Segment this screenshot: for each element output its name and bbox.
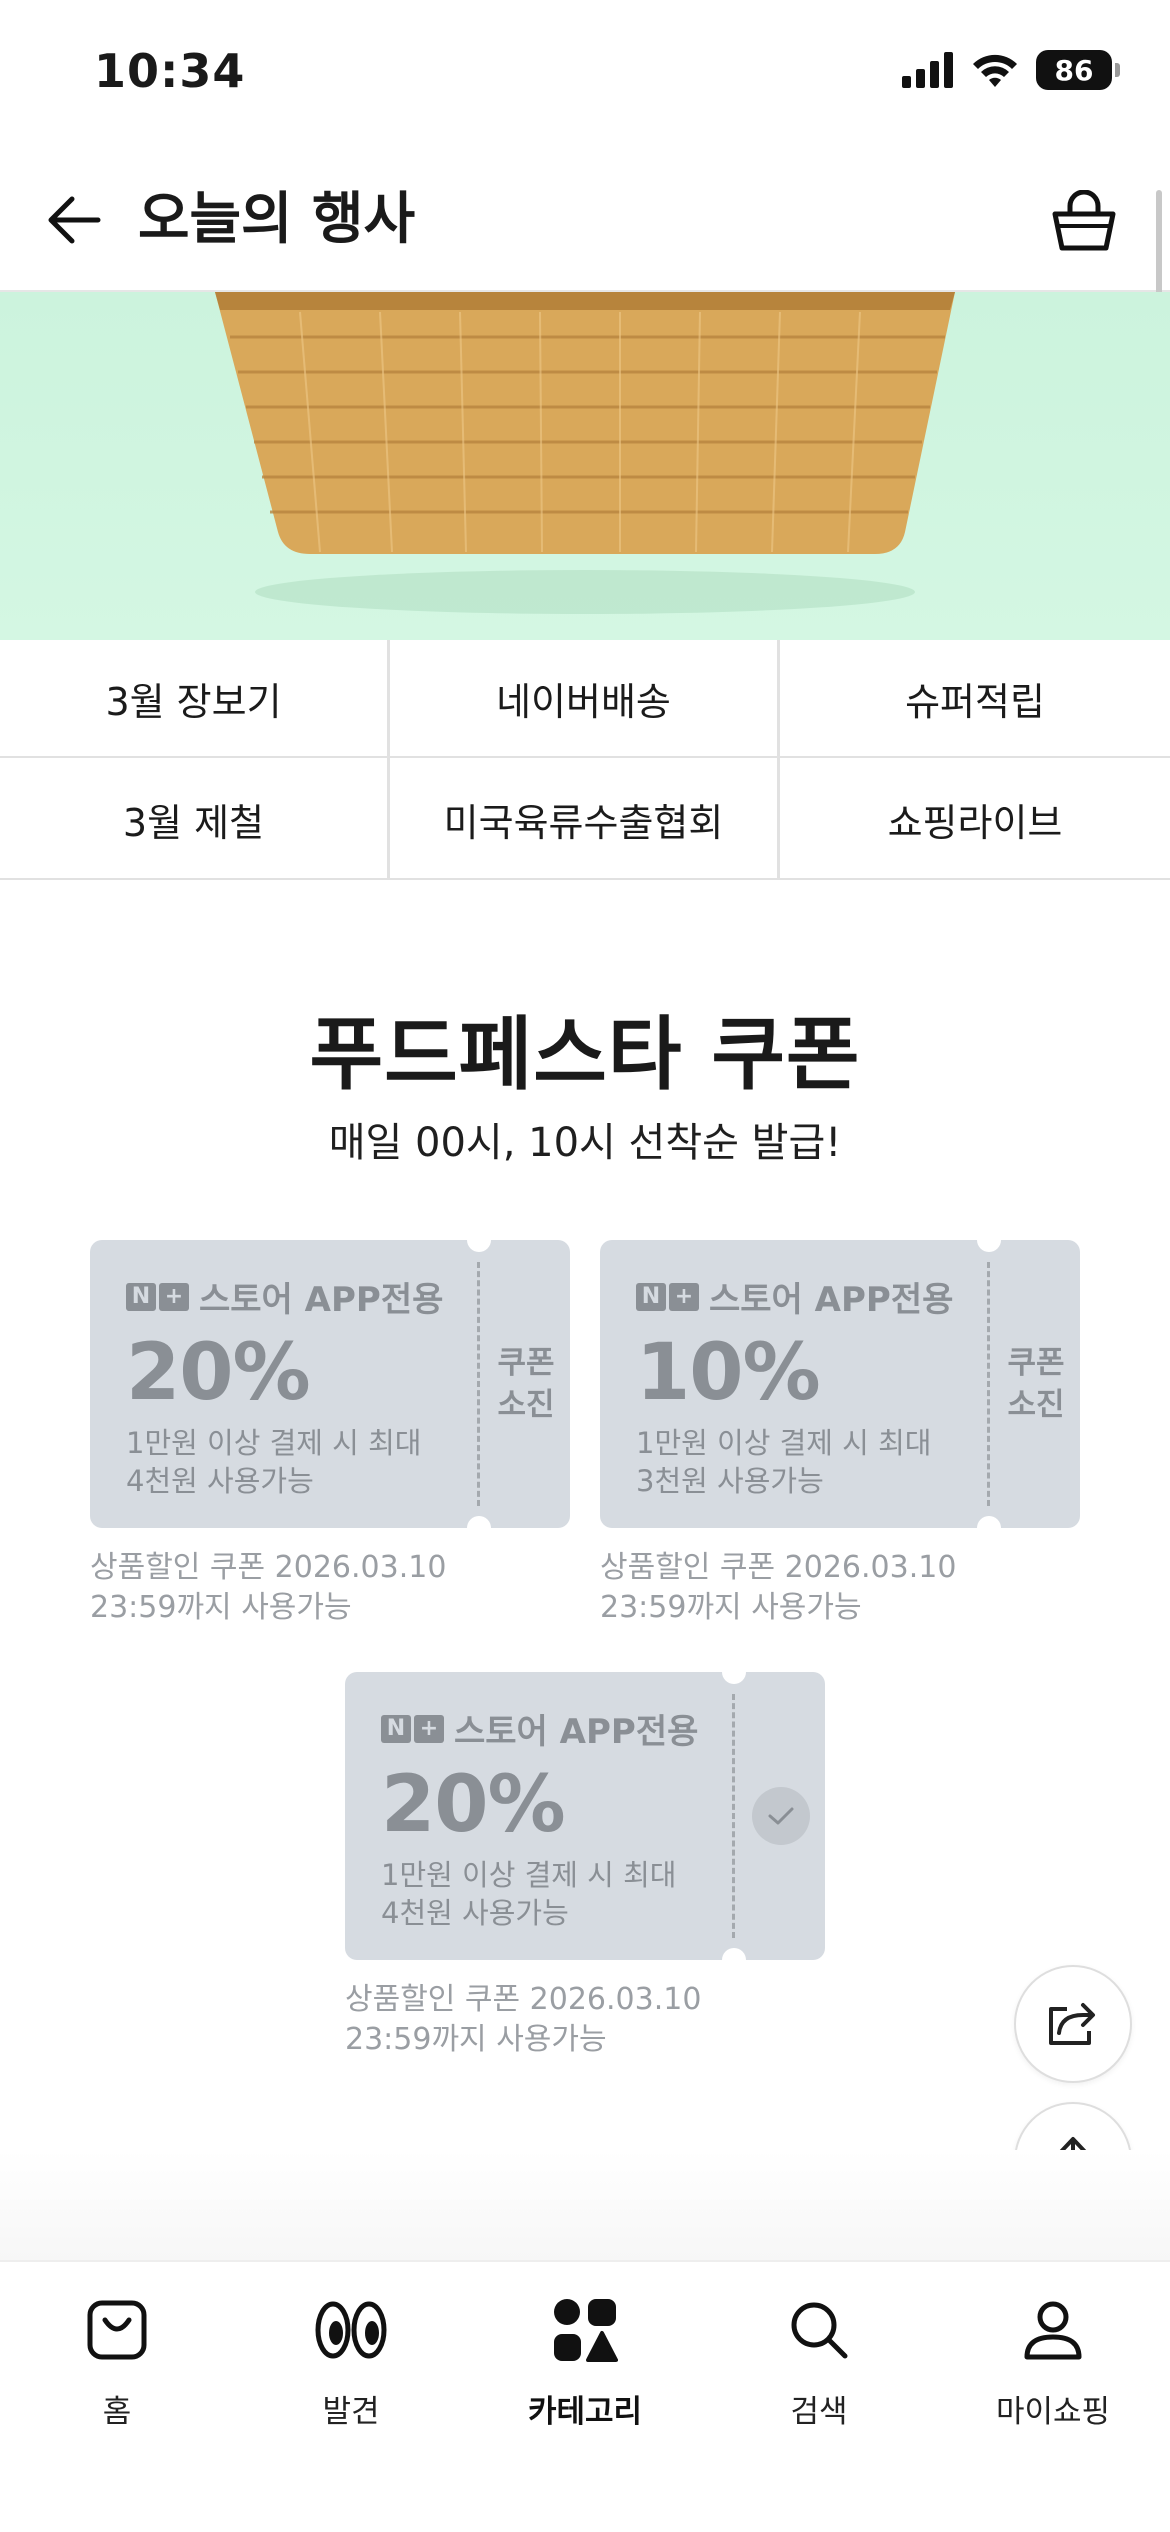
coupon-issued-status bbox=[737, 1672, 825, 1960]
coupon-discount: 10% bbox=[636, 1328, 821, 1418]
category-super-points[interactable]: 슈퍼적립 bbox=[780, 640, 1170, 758]
category-shapes-icon bbox=[552, 2292, 618, 2368]
food-basket-illustration bbox=[215, 292, 955, 614]
coupon-store-label: N + 스토어 APP전용 bbox=[126, 1272, 443, 1321]
bottom-nav: 홈 발견 카테고리 검색 마이쇼핑 bbox=[0, 2260, 1170, 2532]
category-naver-delivery[interactable]: 네이버배송 bbox=[390, 640, 780, 758]
arrow-left-icon bbox=[48, 196, 101, 244]
coupon-note: 상품할인 쿠폰 2026.03.10 23:59까지 사용가능 bbox=[90, 1550, 447, 1625]
nav-label: 마이쇼핑 bbox=[995, 2394, 1111, 2430]
nav-category[interactable]: 카테고리 bbox=[468, 2262, 702, 2532]
header: 오늘의 행사 bbox=[0, 150, 1170, 292]
status-time: 10:34 bbox=[94, 44, 246, 98]
coupon-note: 상품할인 쿠폰 2026.03.10 23:59까지 사용가능 bbox=[345, 1982, 702, 2057]
signal-icon bbox=[902, 52, 953, 88]
battery-level: 86 bbox=[1054, 53, 1094, 87]
section-title: 푸드페스타 쿠폰 bbox=[309, 1008, 861, 1101]
coupon-condition: 1만원 이상 결제 시 최대 4천원 사용가능 bbox=[381, 1858, 677, 1930]
naver-plus-icon: N + bbox=[381, 1714, 444, 1743]
eyes-icon bbox=[314, 2292, 388, 2368]
coupon-condition: 1만원 이상 결제 시 최대 4천원 사용가능 bbox=[126, 1426, 422, 1498]
category-usmef[interactable]: 미국육류수출협회 bbox=[390, 758, 780, 880]
nav-discover[interactable]: 발견 bbox=[234, 2262, 468, 2532]
coupon-card[interactable]: N + 스토어 APP전용 10% 1만원 이상 결제 시 최대 3천원 사용가능… bbox=[600, 1228, 1080, 1540]
person-icon bbox=[1022, 2292, 1084, 2368]
coupon-discount: 20% bbox=[126, 1328, 311, 1418]
cart-button[interactable] bbox=[1042, 180, 1126, 264]
page: 10:34 86 오늘의 행사 3월 장보기 네이버배송 슈퍼적립 3월 제철 … bbox=[0, 0, 1170, 2532]
coupon-note: 상품할인 쿠폰 2026.03.10 23:59까지 사용가능 bbox=[600, 1550, 957, 1625]
check-icon bbox=[752, 1787, 810, 1845]
event-banner[interactable] bbox=[0, 292, 1170, 640]
coupon-card[interactable]: N + 스토어 APP전용 20% 1만원 이상 결제 시 최대 4천원 사용가능 bbox=[345, 1660, 825, 1972]
naver-plus-icon: N + bbox=[126, 1282, 189, 1311]
scrollbar[interactable] bbox=[1156, 190, 1162, 298]
coupon-condition: 1만원 이상 결제 시 최대 3천원 사용가능 bbox=[636, 1426, 932, 1498]
search-icon bbox=[788, 2292, 850, 2368]
shopping-bag-icon bbox=[85, 2292, 149, 2368]
category-grid: 3월 장보기 네이버배송 슈퍼적립 3월 제철 미국육류수출협회 쇼핑라이브 bbox=[0, 640, 1170, 880]
category-march-groceries[interactable]: 3월 장보기 bbox=[0, 640, 390, 758]
nav-label: 카테고리 bbox=[527, 2394, 643, 2430]
coupon-divider bbox=[987, 1262, 990, 1506]
status-icons: 86 bbox=[902, 50, 1120, 90]
nav-search[interactable]: 검색 bbox=[702, 2262, 936, 2532]
coupon-divider bbox=[732, 1694, 735, 1938]
coupon-soldout-status: 쿠폰 소진 bbox=[497, 1345, 555, 1423]
coupon-store-label: N + 스토어 APP전용 bbox=[381, 1704, 698, 1753]
category-shopping-live[interactable]: 쇼핑라이브 bbox=[780, 758, 1170, 880]
share-icon bbox=[1049, 2003, 1095, 2045]
coupon-card[interactable]: N + 스토어 APP전용 20% 1만원 이상 결제 시 최대 4천원 사용가능… bbox=[90, 1228, 570, 1540]
share-button[interactable] bbox=[1014, 1965, 1132, 2083]
nav-label: 검색 bbox=[790, 2394, 848, 2430]
coupon-discount: 20% bbox=[381, 1760, 566, 1850]
coupon-divider bbox=[477, 1262, 480, 1506]
nav-label: 홈 bbox=[102, 2394, 132, 2430]
section-subtitle: 매일 00시, 10시 선착순 발급! bbox=[328, 1120, 842, 1166]
status-bar: 10:34 86 bbox=[0, 0, 1170, 150]
nav-my-shopping[interactable]: 마이쇼핑 bbox=[936, 2262, 1170, 2532]
back-button[interactable] bbox=[36, 182, 112, 258]
page-title: 오늘의 행사 bbox=[138, 187, 416, 252]
wifi-icon bbox=[973, 54, 1017, 87]
shopping-basket-icon bbox=[1052, 190, 1116, 251]
battery-icon: 86 bbox=[1036, 50, 1120, 90]
naver-plus-icon: N + bbox=[636, 1282, 699, 1311]
category-march-seasonal[interactable]: 3월 제철 bbox=[0, 758, 390, 880]
nav-home[interactable]: 홈 bbox=[0, 2262, 234, 2532]
coupon-soldout-status: 쿠폰 소진 bbox=[1007, 1345, 1065, 1423]
coupon-store-label: N + 스토어 APP전용 bbox=[636, 1272, 953, 1321]
nav-label: 발견 bbox=[322, 2394, 380, 2430]
